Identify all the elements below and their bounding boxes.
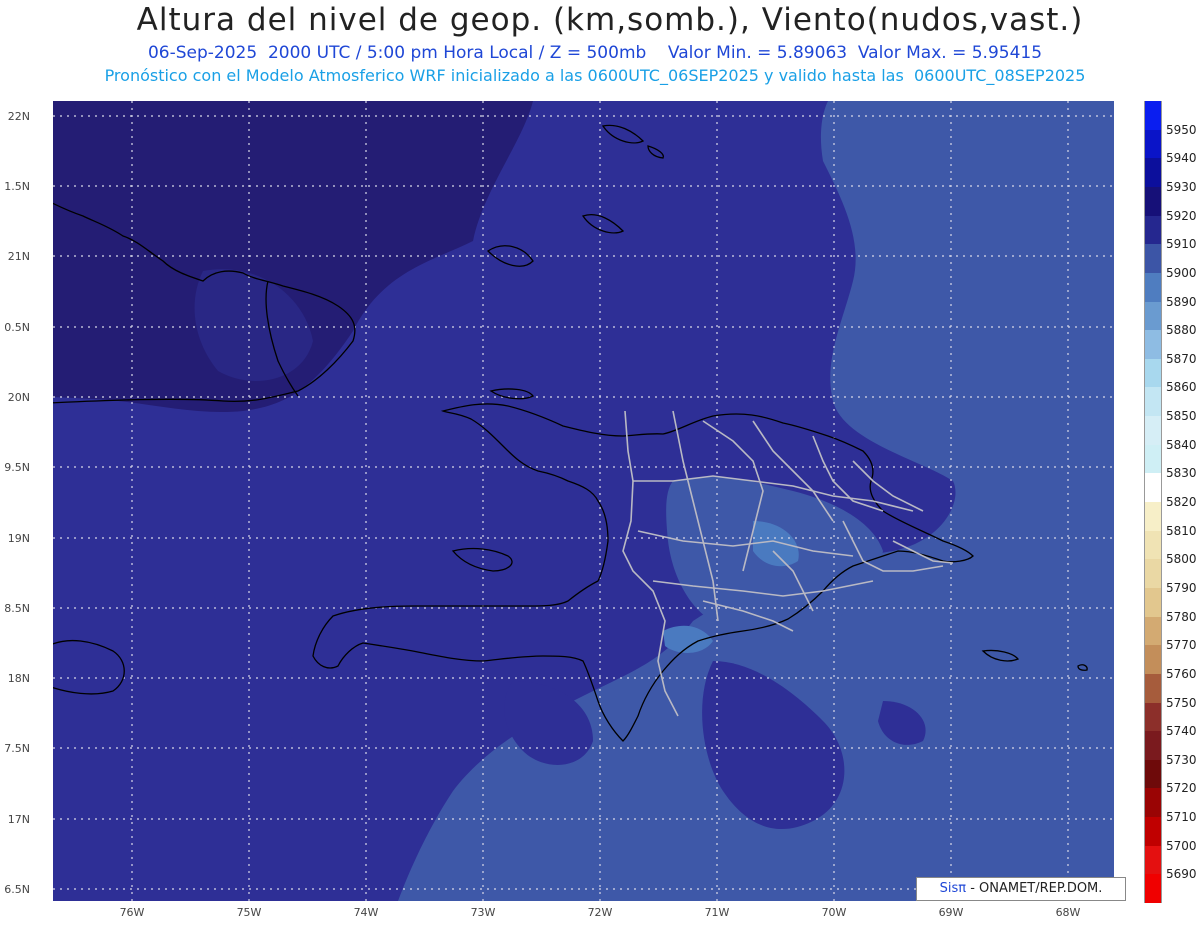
colorbar-cell — [1144, 587, 1162, 618]
colorbar-cell — [1144, 616, 1162, 646]
colorbar-cell — [1144, 788, 1162, 818]
colorbar-label: 5940 — [1166, 151, 1197, 166]
colorbar-label: 5890 — [1166, 294, 1197, 309]
x-tick-label: 73W — [470, 906, 496, 919]
y-tick-label: 9.5N — [4, 461, 30, 474]
colorbar-cell — [1144, 502, 1162, 532]
colorbar-cell — [1144, 559, 1162, 589]
colorbar-label: 5950 — [1166, 122, 1197, 137]
colorbar-cell — [1144, 215, 1162, 245]
colorbar-label: 5710 — [1166, 810, 1197, 825]
y-tick-label: 19N — [7, 532, 30, 545]
colorbar-label: 5730 — [1166, 752, 1197, 767]
colorbar-label: 5900 — [1166, 265, 1197, 280]
colorbar-cell — [1144, 444, 1162, 474]
x-tick-label: 68W — [1055, 906, 1081, 919]
colorbar-cell — [1144, 330, 1162, 360]
colorbar-label: 5810 — [1166, 523, 1197, 538]
credit-text: - ONAMET/REP.DOM. — [966, 881, 1103, 896]
map-title: Altura del nivel de geop. (km,somb.), Vi… — [136, 2, 1084, 38]
x-tick-label: 70W — [821, 906, 847, 919]
y-tick-label: 18N — [7, 672, 30, 685]
credit-brand: Sisπ — [939, 881, 967, 896]
colorbar-label: 5800 — [1166, 552, 1197, 567]
credit-box: Sisπ - ONAMET/REP.DOM. — [916, 877, 1126, 901]
colorbar-cell — [1144, 473, 1162, 503]
geopotential-map[interactable] — [53, 101, 1114, 901]
colorbar-cell — [1144, 702, 1162, 732]
colorbar-label: 5740 — [1166, 724, 1197, 739]
y-tick-label: 0.5N — [4, 321, 30, 334]
colorbar-label: 5830 — [1166, 466, 1197, 481]
colorbar-cell — [1144, 845, 1162, 875]
colorbar-label: 5930 — [1166, 179, 1197, 194]
y-tick-label: 8.5N — [4, 602, 30, 615]
colorbar-cell — [1144, 759, 1162, 789]
y-tick-label: 17N — [7, 813, 30, 826]
y-tick-label: 22N — [7, 110, 30, 123]
model-run-subtitle: Pronóstico con el Modelo Atmosferico WRF… — [104, 66, 1086, 85]
colorbar-cell — [1144, 645, 1162, 675]
colorbar-label: 5720 — [1166, 781, 1197, 796]
colorbar-label: 5770 — [1166, 638, 1197, 653]
y-tick-label: 1.5N — [4, 180, 30, 193]
x-tick-label: 69W — [938, 906, 964, 919]
colorbar-cell — [1144, 416, 1162, 446]
colorbar-label: 5820 — [1166, 495, 1197, 509]
colorbar-cell — [1144, 244, 1162, 274]
x-tick-label: 71W — [704, 906, 730, 919]
colorbar-label: 5790 — [1166, 580, 1197, 595]
colorbar-cell — [1144, 731, 1162, 761]
x-tick-label: 75W — [236, 906, 262, 919]
colorbar-label: 5760 — [1166, 666, 1197, 681]
colorbar-label: 5910 — [1166, 237, 1197, 252]
colorbar-label: 5750 — [1166, 695, 1197, 710]
colorbar-cell — [1144, 358, 1162, 388]
colorbar-label: 5840 — [1166, 437, 1197, 452]
colorbar-cell — [1144, 129, 1162, 159]
y-tick-label: 6.5N — [4, 883, 30, 896]
x-tick-label: 76W — [119, 906, 145, 919]
colorbar-cell — [1144, 272, 1162, 302]
colorbar-cell — [1144, 301, 1162, 331]
colorbar-label: 5690 — [1166, 867, 1197, 882]
colorbar-label: 5870 — [1166, 351, 1197, 366]
colorbar-cell — [1144, 530, 1162, 560]
y-tick-label: 7.5N — [4, 742, 30, 755]
y-tick-label: 21N — [7, 250, 30, 263]
colorbar-cell — [1144, 673, 1162, 703]
valid-time-subtitle: 06-Sep-2025 2000 UTC / 5:00 pm Hora Loca… — [147, 43, 1043, 63]
colorbar-cell — [1144, 158, 1162, 188]
colorbar-cell — [1144, 101, 1162, 131]
x-tick-label: 72W — [587, 906, 613, 919]
colorbar-label: 5880 — [1166, 323, 1197, 338]
colorbar — [1144, 101, 1162, 904]
y-tick-label: 20N — [7, 391, 30, 404]
colorbar-label: 5780 — [1166, 609, 1197, 624]
colorbar-cell — [1144, 874, 1162, 904]
colorbar-label: 5700 — [1166, 838, 1197, 853]
colorbar-cell — [1144, 186, 1162, 217]
x-tick-label: 74W — [353, 906, 379, 919]
colorbar-label: 5850 — [1166, 409, 1197, 424]
colorbar-cell — [1144, 817, 1162, 847]
colorbar-cell — [1144, 387, 1162, 417]
colorbar-label: 5920 — [1166, 208, 1197, 223]
colorbar-label: 5860 — [1166, 380, 1197, 395]
